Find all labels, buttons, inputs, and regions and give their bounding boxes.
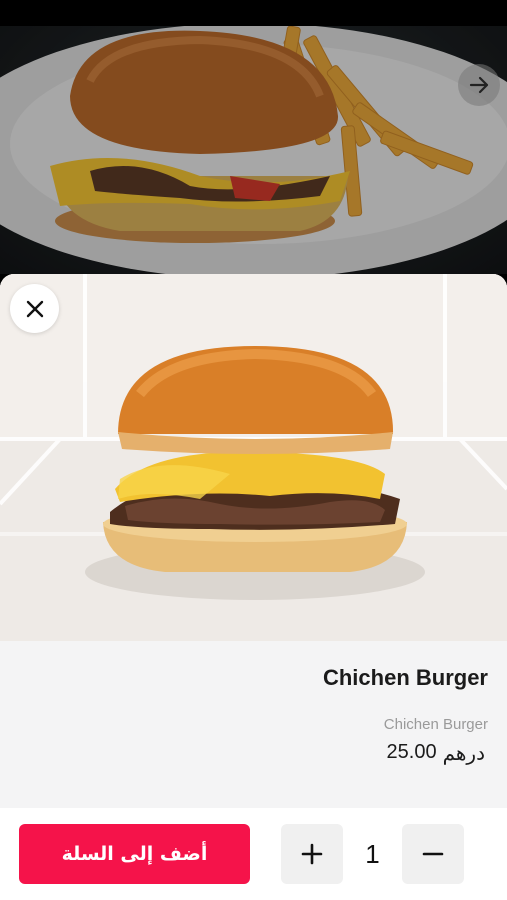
burger-illustration xyxy=(0,274,507,641)
product-title: Chichen Burger xyxy=(322,665,488,690)
product-subtitle: Chichen Burger xyxy=(383,716,488,733)
add-to-cart-button[interactable]: أضف إلى السلة xyxy=(19,824,250,884)
close-icon xyxy=(26,300,43,317)
price-value: 25.00 xyxy=(386,741,437,763)
product-price: 25.00 درهم xyxy=(387,741,485,766)
quantity-value: 1 xyxy=(365,838,380,869)
price-currency: درهم xyxy=(442,743,485,765)
product-image xyxy=(0,274,507,641)
decrease-quantity-button[interactable] xyxy=(402,824,464,884)
cart-bar: أضف إلى السلة 1 xyxy=(0,808,507,900)
product-sheet: Chichen Burger Chichen Burger 25.00 درهم… xyxy=(0,274,507,900)
minus-icon xyxy=(422,852,444,856)
plus-icon xyxy=(301,843,323,865)
close-button[interactable] xyxy=(10,284,59,333)
background-food-photo xyxy=(0,26,507,274)
status-bar xyxy=(0,0,507,26)
next-button[interactable] xyxy=(458,64,500,106)
arrow-right-icon xyxy=(469,76,489,94)
product-info: Chichen Burger Chichen Burger 25.00 درهم xyxy=(0,641,507,808)
increase-quantity-button[interactable] xyxy=(281,824,343,884)
